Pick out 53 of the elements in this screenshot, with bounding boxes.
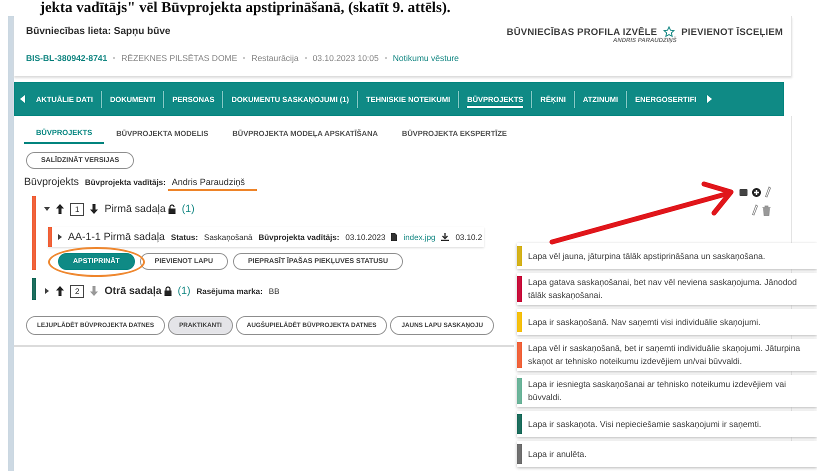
section-number-field[interactable]: 2 bbox=[70, 284, 84, 298]
page-title: AA-1-1 Pirmā sadaļa bbox=[68, 231, 165, 243]
legend-text: Lapa ir iesniegta saskaņošanai ar tehnisko noteikumu izdevējiem vai būvvaldi. bbox=[528, 378, 787, 404]
manager-label: Būvprojekta vadītājs: bbox=[84, 178, 166, 187]
section-count: (1) bbox=[182, 203, 195, 215]
legend-text: Lapa ir saskaņošanā. Nav saņemti visi individuālie skaņojumi. bbox=[528, 316, 760, 328]
drawing-mark-value: BB bbox=[268, 286, 280, 296]
caret-right-icon[interactable] bbox=[58, 234, 62, 240]
trash-icon[interactable] bbox=[762, 204, 771, 216]
separator-dot bbox=[113, 57, 116, 59]
section-number-field[interactable]: 1 bbox=[70, 202, 84, 216]
legend-text: Lapa vēl ir saskaņošanā, bet ir saņemti individuālie skaņojumi. Jāturpina skaņot ar tehnisko noteikumu izdevējiem un/vai būvvaldi. bbox=[528, 342, 802, 368]
page-row[interactable]: AA-1-1 Pirmā sadaļa Status: Saskaņošanā Būvprojekta vadītājs: 03.10.2023 index.jpg 03.10.2 bbox=[48, 227, 484, 247]
arrow-down-icon[interactable] bbox=[90, 204, 98, 214]
legend-text: Lapa gatava saskaņošanai, bet nav vēl neviena saskaņojuma. Jānodod tālāk saskaņošanai. bbox=[528, 276, 798, 302]
add-shortcut-link[interactable]: PIEVIENOT ĪSCEĻIEM bbox=[681, 26, 783, 38]
drawing-mark-label: Rasējuma marka: bbox=[196, 286, 263, 296]
separator-dot bbox=[304, 57, 307, 59]
section-title: Pirmā sadaļa bbox=[104, 203, 166, 215]
case-id: BIS-BL-380942-8741 bbox=[26, 53, 108, 63]
section-title: Otrā sadaļa bbox=[104, 285, 162, 297]
case-meta: 03.10.2023 10:05 bbox=[312, 53, 379, 63]
arrow-up-icon[interactable] bbox=[56, 204, 64, 214]
scroll-left-icon[interactable] bbox=[18, 94, 28, 104]
separator-dot bbox=[243, 57, 246, 59]
section-count: (1) bbox=[178, 285, 190, 297]
file-link[interactable]: index.jpg bbox=[403, 232, 436, 242]
case-title: Būvniecības lieta: Sapņu būve bbox=[26, 26, 172, 37]
add-circle-icon[interactable] bbox=[752, 188, 761, 196]
case-meta: Restaurācija bbox=[251, 53, 299, 63]
legend-text: Lapa ir saskaņota. Visi nepieciešamie saskaņojumi ir saņemti. bbox=[528, 418, 762, 430]
legend-text: Lapa vēl jauna, jāturpina tālāk apstiprināšana un saskaņošana. bbox=[528, 250, 766, 262]
legend-text: Lapa ir anulēta. bbox=[528, 448, 587, 460]
pencil-icon[interactable] bbox=[752, 204, 758, 216]
caret-down-icon[interactable] bbox=[44, 206, 50, 212]
history-link[interactable]: Notikumu vēsture bbox=[392, 53, 459, 63]
status-value: Saskaņošanā bbox=[204, 232, 252, 242]
manager-label: Būvprojekta vadītājs: bbox=[258, 232, 340, 242]
page-date: 03.10.2023 bbox=[345, 232, 386, 242]
scroll-right-icon[interactable] bbox=[704, 94, 714, 104]
status-label: Status: bbox=[170, 232, 198, 242]
document-caption: jekta vadītājs" vēl Būvprojekta apstiprināšanā, (skatīt 9. attēls). bbox=[40, 0, 452, 16]
profile-select-link[interactable]: BŪVNIECĪBAS PROFILA IZVĒLE bbox=[506, 26, 658, 38]
case-meta: RĒZEKNES PILSĒTAS DOME bbox=[121, 53, 238, 63]
arrow-up-icon[interactable] bbox=[56, 286, 64, 296]
star-icon[interactable] bbox=[663, 26, 676, 38]
manager-name: Andris Paraudziņš bbox=[172, 177, 245, 187]
file-icon bbox=[391, 233, 398, 241]
separator-dot bbox=[384, 57, 387, 59]
download-icon[interactable] bbox=[441, 233, 450, 241]
caret-right-icon[interactable] bbox=[44, 288, 50, 294]
file-date: 03.10.2 bbox=[455, 232, 482, 242]
project-label: Būvprojekts bbox=[24, 176, 79, 188]
